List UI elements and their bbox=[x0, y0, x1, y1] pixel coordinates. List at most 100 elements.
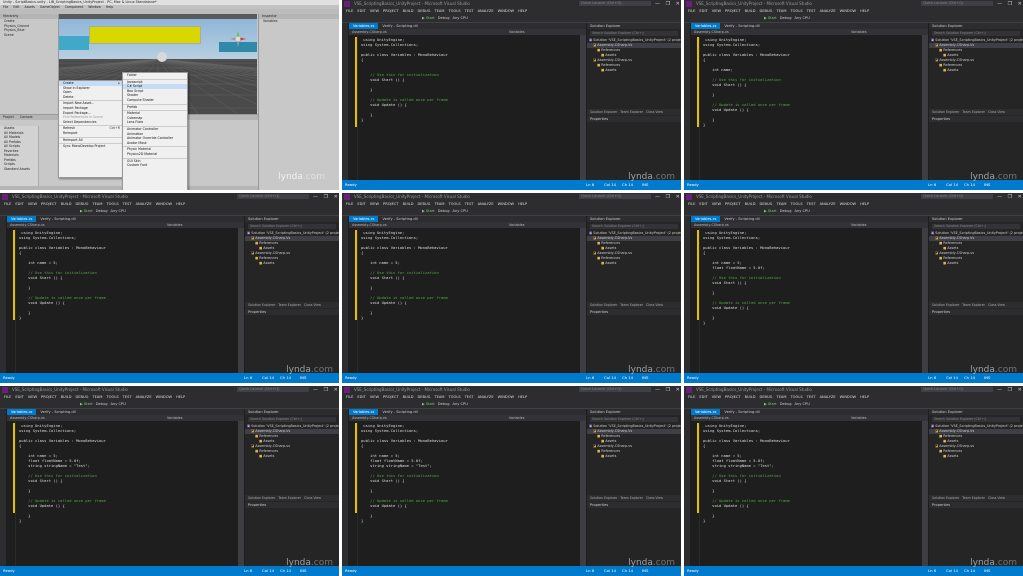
menu-item-team[interactable]: TEAM bbox=[776, 395, 786, 399]
nav-project-dropdown[interactable]: Assembly-CSharp.vs bbox=[352, 30, 387, 34]
explorer-tab-1[interactable]: Team Explorer bbox=[962, 303, 985, 307]
menu-item-file[interactable]: FILE bbox=[346, 202, 353, 206]
menu-item-project[interactable]: PROJECT bbox=[383, 9, 399, 13]
menu-item-debug[interactable]: DEBUG bbox=[760, 395, 773, 399]
menu-item-project[interactable]: PROJECT bbox=[725, 202, 741, 206]
unity-menu-component[interactable]: Component bbox=[65, 5, 84, 9]
platform-dropdown[interactable]: Any CPU bbox=[453, 16, 468, 20]
start-button[interactable]: ▶ Start bbox=[422, 16, 435, 20]
config-dropdown[interactable]: Debug bbox=[96, 402, 108, 406]
menu-item-test[interactable]: TEST bbox=[807, 395, 816, 399]
menu-item-tools[interactable]: TOOLS bbox=[790, 202, 802, 206]
menu-item-build[interactable]: BUILD bbox=[403, 395, 414, 399]
nav-project-dropdown[interactable]: Assembly-CSharp.vs bbox=[10, 416, 45, 420]
menu-item-debug[interactable]: DEBUG bbox=[418, 9, 431, 13]
context-menu-item[interactable]: Reimport All bbox=[59, 136, 123, 143]
menu-item-team[interactable]: TEAM bbox=[434, 395, 444, 399]
solution-tree-item[interactable]: ■ Assets bbox=[587, 454, 681, 459]
menu-item-test[interactable]: TEST bbox=[807, 202, 816, 206]
menu-item-test[interactable]: TEST bbox=[465, 9, 474, 13]
menu-item-team[interactable]: TEAM bbox=[92, 202, 102, 206]
menu-item-tools[interactable]: TOOLS bbox=[790, 9, 802, 13]
start-button[interactable]: ▶ Start bbox=[422, 209, 435, 213]
explorer-tab-2[interactable]: Class View bbox=[646, 110, 663, 114]
menu-item-test[interactable]: TEST bbox=[123, 202, 132, 206]
editor-scrollbar[interactable] bbox=[580, 35, 586, 180]
code-editor[interactable]: using UnityEngine; using System.Collecti… bbox=[349, 35, 586, 180]
context-menu-item[interactable]: Select Dependencies bbox=[59, 120, 123, 125]
submenu-item[interactable]: Prefab bbox=[123, 103, 187, 110]
menu-item-build[interactable]: BUILD bbox=[745, 9, 756, 13]
window-controls[interactable]: — ❐ ✕ bbox=[313, 386, 338, 394]
code-editor[interactable]: using UnityEngine; using System.Collecti… bbox=[349, 228, 586, 373]
thumbnail-4[interactable]: VSE_ScriptingBasics_UnityProject - Micro… bbox=[0, 193, 339, 383]
explorer-tab-1[interactable]: Team Explorer bbox=[278, 303, 301, 307]
code-editor[interactable]: using UnityEngine; using System.Collecti… bbox=[691, 35, 928, 180]
menu-item-team[interactable]: TEAM bbox=[434, 202, 444, 206]
menu-item-test[interactable]: TEST bbox=[123, 395, 132, 399]
editor-scrollbar[interactable] bbox=[580, 228, 586, 373]
explorer-tab-1[interactable]: Team Explorer bbox=[620, 303, 643, 307]
menu-item-edit[interactable]: EDIT bbox=[357, 395, 365, 399]
menu-item-file[interactable]: FILE bbox=[4, 395, 11, 399]
menu-item-view[interactable]: VIEW bbox=[712, 202, 721, 206]
solution-tree-item[interactable]: ■ Assets bbox=[929, 68, 1023, 73]
solution-search-input[interactable]: Search Solution Explorer (Ctrl+;) bbox=[932, 31, 1020, 36]
context-menu-item[interactable]: Delete bbox=[59, 95, 123, 100]
nav-project-dropdown[interactable]: Assembly-CSharp.vs bbox=[10, 223, 45, 227]
menu-item-edit[interactable]: EDIT bbox=[357, 202, 365, 206]
menu-item-help[interactable]: HELP bbox=[860, 202, 869, 206]
explorer-tab-0[interactable]: Solution Explorer bbox=[932, 303, 959, 307]
menu-item-project[interactable]: PROJECT bbox=[383, 202, 399, 206]
window-controls[interactable]: — ❐ ✕ bbox=[655, 0, 680, 8]
unity-menu-edit[interactable]: Edit bbox=[13, 5, 19, 9]
explorer-tab-1[interactable]: Team Explorer bbox=[962, 110, 985, 114]
start-button[interactable]: ▶ Start bbox=[80, 402, 93, 406]
menu-item-test[interactable]: TEST bbox=[465, 202, 474, 206]
explorer-tab-1[interactable]: Team Explorer bbox=[620, 496, 643, 500]
thumbnail-3[interactable]: VSE_ScriptingBasics_UnityProject - Micro… bbox=[684, 0, 1023, 190]
menu-item-team[interactable]: TEAM bbox=[776, 9, 786, 13]
explorer-tab-0[interactable]: Solution Explorer bbox=[248, 303, 275, 307]
explorer-tab-2[interactable]: Class View bbox=[646, 496, 663, 500]
menu-item-tools[interactable]: TOOLS bbox=[448, 395, 460, 399]
console-tab[interactable]: Console bbox=[20, 115, 33, 119]
menu-item-tools[interactable]: TOOLS bbox=[448, 9, 460, 13]
unity-menu-gameobject[interactable]: GameObject bbox=[40, 5, 60, 9]
menu-item-build[interactable]: BUILD bbox=[403, 202, 414, 206]
platform-dropdown[interactable]: Any CPU bbox=[795, 402, 810, 406]
asset-folder[interactable]: Standard Assets bbox=[0, 167, 38, 172]
menu-item-window[interactable]: WINDOW bbox=[156, 395, 172, 399]
solution-tree-item[interactable]: ■ Assets bbox=[245, 261, 339, 266]
menu-item-file[interactable]: FILE bbox=[4, 202, 11, 206]
nav-project-dropdown[interactable]: Assembly-CSharp.vs bbox=[352, 416, 387, 420]
menu-item-file[interactable]: FILE bbox=[688, 395, 695, 399]
submenu-item[interactable]: Folder bbox=[123, 73, 187, 78]
platform-dropdown[interactable]: Any CPU bbox=[111, 209, 126, 213]
menu-item-window[interactable]: WINDOW bbox=[840, 395, 856, 399]
submenu-item[interactable]: Custom Font bbox=[123, 163, 187, 168]
solution-search-input[interactable]: Search Solution Explorer (Ctrl+;) bbox=[932, 224, 1020, 229]
menu-item-analyze[interactable]: ANALYZE bbox=[136, 395, 152, 399]
menu-item-build[interactable]: BUILD bbox=[403, 9, 414, 13]
context-menu-item[interactable]: Sync MonoDevelop Project bbox=[59, 143, 123, 149]
start-button[interactable]: ▶ Start bbox=[764, 402, 777, 406]
config-dropdown[interactable]: Debug bbox=[438, 209, 450, 213]
nav-project-dropdown[interactable]: Assembly-CSharp.vs bbox=[352, 223, 387, 227]
quick-launch-input[interactable]: Quick Launch (Ctrl+Q) bbox=[237, 387, 309, 392]
menu-item-window[interactable]: WINDOW bbox=[840, 9, 856, 13]
menu-item-team[interactable]: TEAM bbox=[434, 9, 444, 13]
menu-item-build[interactable]: BUILD bbox=[61, 395, 72, 399]
window-controls[interactable]: — ❐ ✕ bbox=[997, 0, 1022, 8]
menu-item-test[interactable]: TEST bbox=[465, 395, 474, 399]
start-button[interactable]: ▶ Start bbox=[422, 402, 435, 406]
solution-search-input[interactable]: Search Solution Explorer (Ctrl+;) bbox=[590, 417, 678, 422]
menu-item-debug[interactable]: DEBUG bbox=[418, 202, 431, 206]
menu-item-view[interactable]: VIEW bbox=[712, 9, 721, 13]
thumbnail-8[interactable]: VSE_ScriptingBasics_UnityProject - Micro… bbox=[342, 386, 681, 576]
menu-item-debug[interactable]: DEBUG bbox=[76, 202, 89, 206]
menu-item-build[interactable]: BUILD bbox=[745, 202, 756, 206]
menu-item-view[interactable]: VIEW bbox=[370, 202, 379, 206]
explorer-tab-0[interactable]: Solution Explorer bbox=[590, 303, 617, 307]
solution-search-input[interactable]: Search Solution Explorer (Ctrl+;) bbox=[932, 417, 1020, 422]
